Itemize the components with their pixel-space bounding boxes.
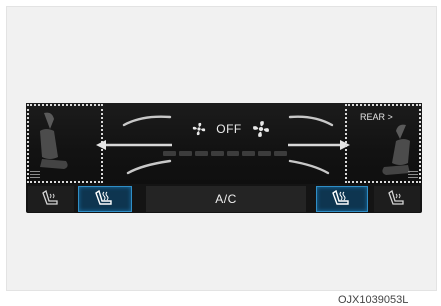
fan-speed-bar xyxy=(178,151,192,156)
seat-ventilation-icon xyxy=(388,190,404,205)
passenger-seat-menu-icon xyxy=(408,171,418,178)
figure-code: OJX1039053L xyxy=(338,294,409,306)
seat-heating-icon xyxy=(332,190,349,205)
fan-status-label: OFF xyxy=(216,122,242,136)
seat-heating-icon xyxy=(95,190,112,205)
fan-speed-bar xyxy=(274,151,287,156)
ac-button[interactable]: A/C xyxy=(146,186,306,212)
fan-speed-bar xyxy=(226,151,240,156)
seat-ventilation-icon xyxy=(42,190,58,205)
climate-display: OFF REAR > xyxy=(26,103,422,184)
fan-speed-bar xyxy=(210,151,224,156)
fan-speed-bar xyxy=(242,151,256,156)
fan-speed-bar xyxy=(163,151,176,156)
fan-low-icon[interactable] xyxy=(192,122,206,136)
fan-speed-bar xyxy=(194,151,208,156)
climate-control-panel: OFF REAR > A/C xyxy=(26,103,422,213)
driver-seat-menu-icon xyxy=(30,171,40,178)
driver-seat-heating-button[interactable] xyxy=(78,186,132,212)
fan-high-icon[interactable] xyxy=(252,120,270,138)
fan-status-row: OFF xyxy=(176,119,286,139)
passenger-seat-heating-button[interactable] xyxy=(316,186,368,212)
passenger-seat-ventilation-button[interactable] xyxy=(374,186,420,212)
driver-seat-ventilation-button[interactable] xyxy=(28,186,74,212)
driver-seat-icon xyxy=(32,109,72,175)
fan-speed-bar xyxy=(258,151,272,156)
fan-speed-bars xyxy=(163,151,287,156)
climate-button-row: A/C xyxy=(26,186,422,212)
left-airflow-arrows-icon xyxy=(96,115,172,175)
